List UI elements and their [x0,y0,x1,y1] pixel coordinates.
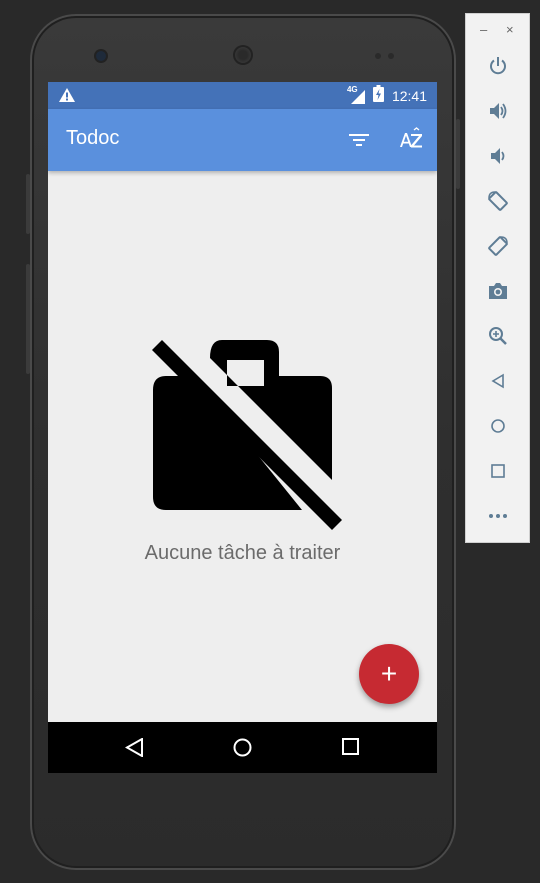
emu-home-icon[interactable] [486,414,510,438]
overview-icon[interactable] [486,459,510,483]
work-off-icon [152,340,342,535]
emulator-toolbar: – × [465,13,530,543]
battery-icon [372,84,384,107]
more-icon[interactable] [486,504,510,528]
back-icon[interactable] [124,737,144,762]
status-bar: 4G 12:41 [48,82,437,109]
device-screen: 4G 12:41 Todoc Aucune tâche à traiter + [48,82,437,773]
app-title: Todoc [66,127,120,149]
empty-state-message: Aucune tâche à traiter [144,542,341,564]
light-sensor [388,53,394,59]
emulator-window-controls: – × [466,22,529,38]
proximity-sensor [375,53,381,59]
volume-up-icon[interactable] [486,99,510,123]
power-side-button [26,174,30,234]
minimize-button[interactable]: – [480,22,487,37]
status-time: 12:41 [391,87,427,104]
warning-icon [59,88,75,107]
signal-icon: 4G [347,85,369,104]
close-button[interactable]: × [506,22,514,37]
add-icon: + [380,658,398,689]
camera-icon[interactable] [486,279,510,303]
right-side-button [456,119,460,189]
front-camera [96,51,106,61]
earpiece-speaker [233,45,253,65]
power-icon[interactable] [486,54,510,78]
navigation-bar [48,722,437,773]
add-task-button[interactable]: + [359,644,419,704]
app-toolbar: Todoc [48,109,437,171]
sort-alpha-icon[interactable] [399,127,423,156]
emu-back-icon[interactable] [486,369,510,393]
filter-icon[interactable] [348,129,370,156]
home-icon[interactable] [233,738,252,762]
volume-side-button [26,264,30,374]
zoom-icon[interactable] [486,324,510,348]
volume-down-icon[interactable] [486,144,510,168]
status-indicators: 4G 12:41 [347,84,427,107]
recents-icon[interactable] [342,738,359,760]
rotate-left-icon[interactable] [486,189,510,213]
rotate-right-icon[interactable] [486,234,510,258]
